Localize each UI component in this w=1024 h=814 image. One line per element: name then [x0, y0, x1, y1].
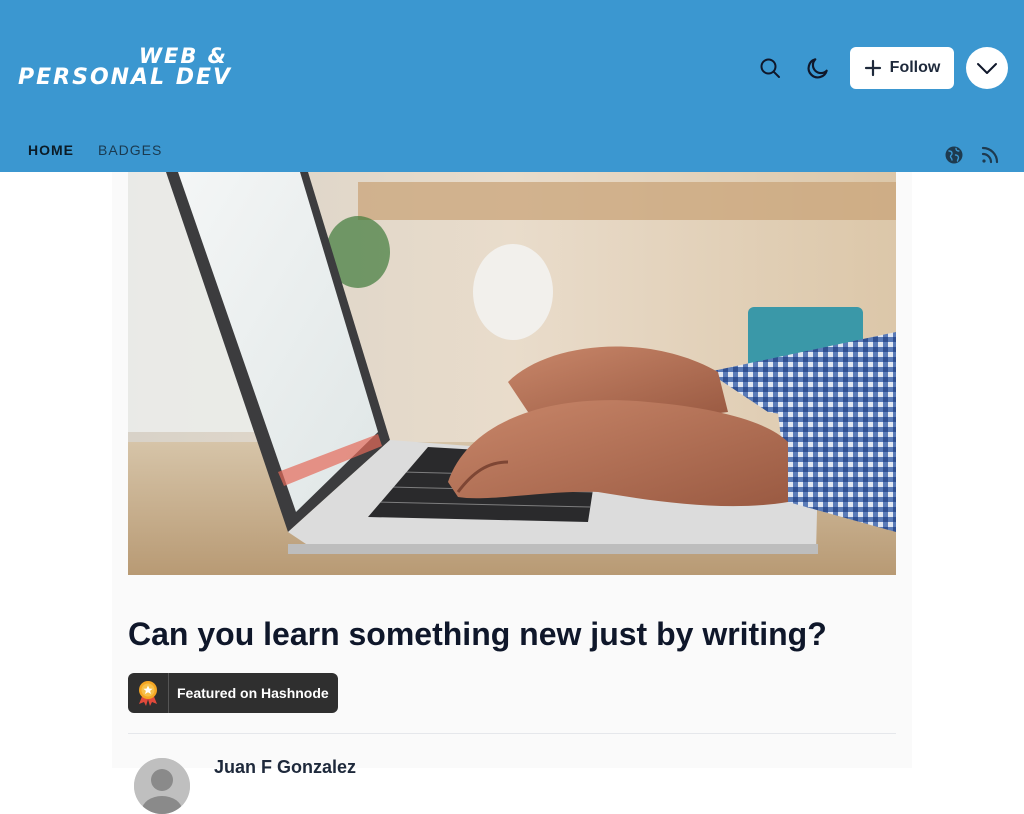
nav-item-badges[interactable]: BADGES — [98, 142, 162, 158]
moon-icon — [807, 58, 828, 79]
featured-badge-icon-wrap — [128, 673, 169, 713]
author-name[interactable]: Juan F Gonzalez — [214, 756, 356, 778]
logo-line-2: PERSONAL DEV — [18, 65, 233, 90]
blog-logo[interactable]: WEB & PERSONAL DEV — [16, 44, 232, 92]
rss-icon — [981, 146, 999, 164]
follow-button-label: Follow — [889, 59, 941, 76]
chevron-down-icon — [977, 63, 997, 74]
featured-badge[interactable]: Featured on Hashnode — [128, 673, 338, 713]
article-divider — [128, 733, 896, 734]
website-link[interactable] — [943, 144, 965, 166]
dark-mode-toggle[interactable] — [798, 48, 838, 88]
award-icon — [139, 681, 157, 706]
follow-button[interactable]: Follow — [850, 47, 954, 89]
plus-icon — [864, 59, 881, 77]
rss-link[interactable] — [979, 144, 1001, 166]
article-title: Can you learn something new just by writ… — [128, 616, 827, 652]
globe-icon — [945, 146, 963, 164]
search-button[interactable] — [750, 48, 790, 88]
blog-header: WEB & PERSONAL DEV Follow HOME BADGES — [0, 0, 1024, 172]
search-icon — [760, 58, 780, 78]
article-cover-image — [128, 172, 896, 575]
blog-menu-button[interactable] — [966, 47, 1008, 89]
author-avatar[interactable] — [134, 758, 190, 814]
nav-item-home[interactable]: HOME — [28, 142, 74, 158]
blog-nav: HOME BADGES — [28, 142, 162, 158]
featured-badge-label: Featured on Hashnode — [177, 685, 329, 701]
